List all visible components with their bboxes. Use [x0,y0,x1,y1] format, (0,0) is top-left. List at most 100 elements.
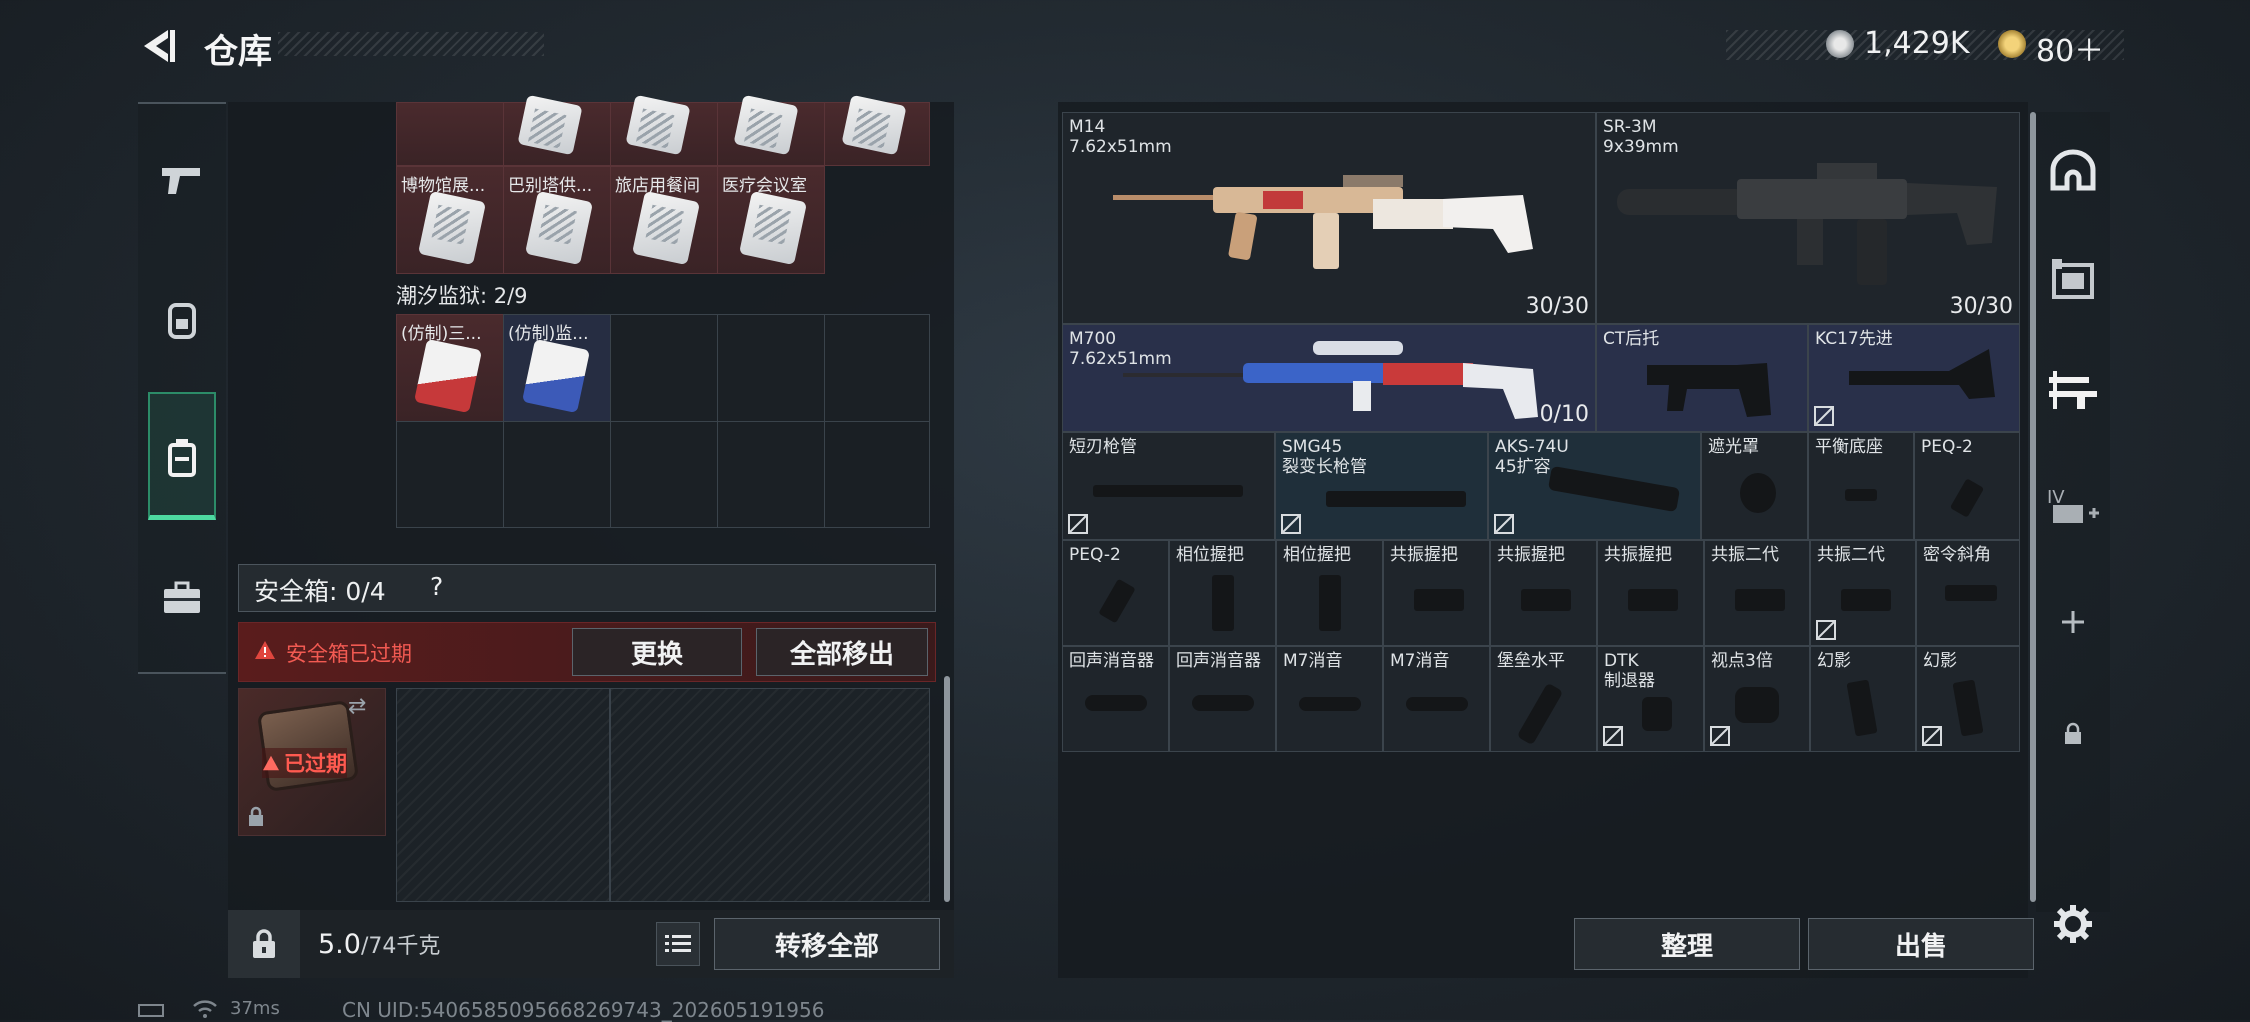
pistol-icon[interactable] [142,150,222,210]
section-slot[interactable] [396,421,504,528]
case-icon [142,428,222,488]
swap-icon[interactable]: ⇄ [348,694,366,719]
battery-icon [138,1004,164,1017]
part-slot[interactable]: 密令斜角 [1916,540,2020,646]
part-slot[interactable]: 平衡底座 [1808,432,1914,540]
part-name: DTK [1604,651,1639,671]
svg-text:IV: IV [2047,487,2065,508]
move-all-out-button[interactable]: 全部移出 [756,628,928,676]
part-name: PEQ-2 [1069,545,1121,565]
grip-image [1735,589,1785,611]
part-slot[interactable]: 堡垒水平 [1490,646,1597,752]
item-name: 巴别塔供... [508,176,593,196]
part-slot[interactable]: 回声消音器 [1169,646,1276,752]
safebox-image [256,699,360,793]
item-name: 博物馆展... [401,176,486,196]
section-slot[interactable] [610,421,718,528]
coin-icon [1826,30,1854,58]
grip-image [1846,679,1878,737]
item-name: (仿制)三... [401,324,482,344]
back-arrow-icon [144,30,175,62]
part-slot[interactable]: 遮光罩 [1701,432,1808,540]
part-slot[interactable]: 相位握把 [1169,540,1276,646]
part-name: 相位握把 [1176,545,1244,565]
back-button[interactable] [138,26,180,66]
weapon-name: M700 [1069,329,1117,349]
part-slot[interactable]: SMG45 裂变长枪管 [1275,432,1488,540]
part-name: 回声消音器 [1176,651,1261,671]
sort-button[interactable]: 整理 [1574,918,1800,970]
part-slot[interactable]: 幻影 [1810,646,1916,752]
safebox-grid-slot[interactable] [396,688,610,902]
weight-readout: 5.0/74千克 [318,928,440,960]
part-name: 共振二代 [1817,545,1885,565]
part-slot[interactable]: 视点3倍 [1704,646,1810,752]
part-slot[interactable]: M7消音 [1276,646,1383,752]
sell-button[interactable]: 出售 [1808,918,2034,970]
list-icon [665,935,691,952]
part-slot[interactable]: 共振握把 [1383,540,1490,646]
uid-text: CN UID:5406585095668269743_202605191956 [342,998,825,1022]
no-trade-icon [1494,514,1514,534]
level-up-icon[interactable]: IV [2033,476,2113,536]
lock-icon[interactable] [2033,704,2113,764]
section-slot[interactable] [503,421,611,528]
help-icon[interactable]: ? [430,572,443,601]
warning-text: 安全箱已过期 [286,642,412,666]
part-sub: 裂变长枪管 [1282,457,1367,477]
part-slot[interactable]: 共振二代 [1704,540,1810,646]
weight-lock-icon[interactable] [228,910,300,978]
stock-slot-ct[interactable]: CT后托 [1596,324,1808,432]
stock-image [1647,363,1771,417]
section-slot[interactable] [717,314,825,422]
no-trade-icon [1710,726,1730,746]
grip-image [1841,589,1891,611]
scope-image [1735,687,1779,723]
part-slot[interactable]: 回声消音器 [1062,646,1169,752]
section-slot[interactable] [717,421,825,528]
weapon-rack-icon[interactable] [2033,360,2113,420]
replace-button[interactable]: 更换 [572,628,742,676]
part-slot[interactable]: 共振握把 [1597,540,1704,646]
rifle-m700-image [1123,341,1538,419]
part-slot[interactable]: M7消音 [1383,646,1490,752]
expired-badge: 已过期 [262,748,347,778]
helmet-icon[interactable] [2033,140,2113,200]
ticket-icon [1998,30,2026,58]
settings-gear-icon[interactable] [2033,892,2113,956]
ticket-amount[interactable]: 80＋ [2036,26,2104,70]
part-slot[interactable]: PEQ-2 [1062,540,1169,646]
weapon-slot-m14[interactable]: M14 7.62x51mm 30/30 [1062,112,1596,324]
part-slot[interactable]: 短刃枪管 [1062,432,1275,540]
part-slot[interactable]: 共振握把 [1490,540,1597,646]
weapon-slot-sr3m[interactable]: SR-3M 9x39mm 30/30 [1596,112,2020,324]
weapon-caliber: 7.62x51mm [1069,137,1172,157]
part-slot[interactable]: 幻影 [1916,646,2020,752]
part-slot[interactable]: 共振二代 [1810,540,1916,646]
part-slot[interactable]: DTK 制退器 [1597,646,1704,752]
part-name: AKS-74U [1495,437,1569,457]
part-name: 幻影 [1817,651,1851,671]
section-slot[interactable] [610,314,718,422]
part-slot[interactable]: AKS-74U 45扩容 [1488,432,1701,540]
part-slot[interactable]: PEQ-2 [1914,432,2020,540]
storage-slot[interactable] [396,102,504,166]
section-slot[interactable] [824,314,930,422]
weapon-slot-m700[interactable]: M700 7.62x51mm 0/10 [1062,324,1596,432]
ping-text: 37ms [230,998,280,1019]
section-label: 潮汐监狱: 2/9 [396,284,528,308]
part-name: PEQ-2 [1921,437,1973,457]
backpack-icon[interactable] [142,290,222,350]
list-view-button[interactable] [656,922,700,966]
transfer-all-button[interactable]: 转移全部 [714,918,940,970]
stock-slot-kc17[interactable]: KC17先进 [1808,324,2020,432]
safebox-grid-slot[interactable] [610,688,930,902]
briefcase-icon[interactable] [142,568,222,628]
stock-image [1849,349,1995,399]
suppressor-image [1406,697,1468,711]
plus-icon[interactable] [2033,592,2113,652]
part-slot[interactable]: 相位握把 [1276,540,1383,646]
armor-icon[interactable] [2033,250,2113,310]
scrollbar[interactable] [944,676,950,902]
part-sub: 制退器 [1604,671,1655,691]
